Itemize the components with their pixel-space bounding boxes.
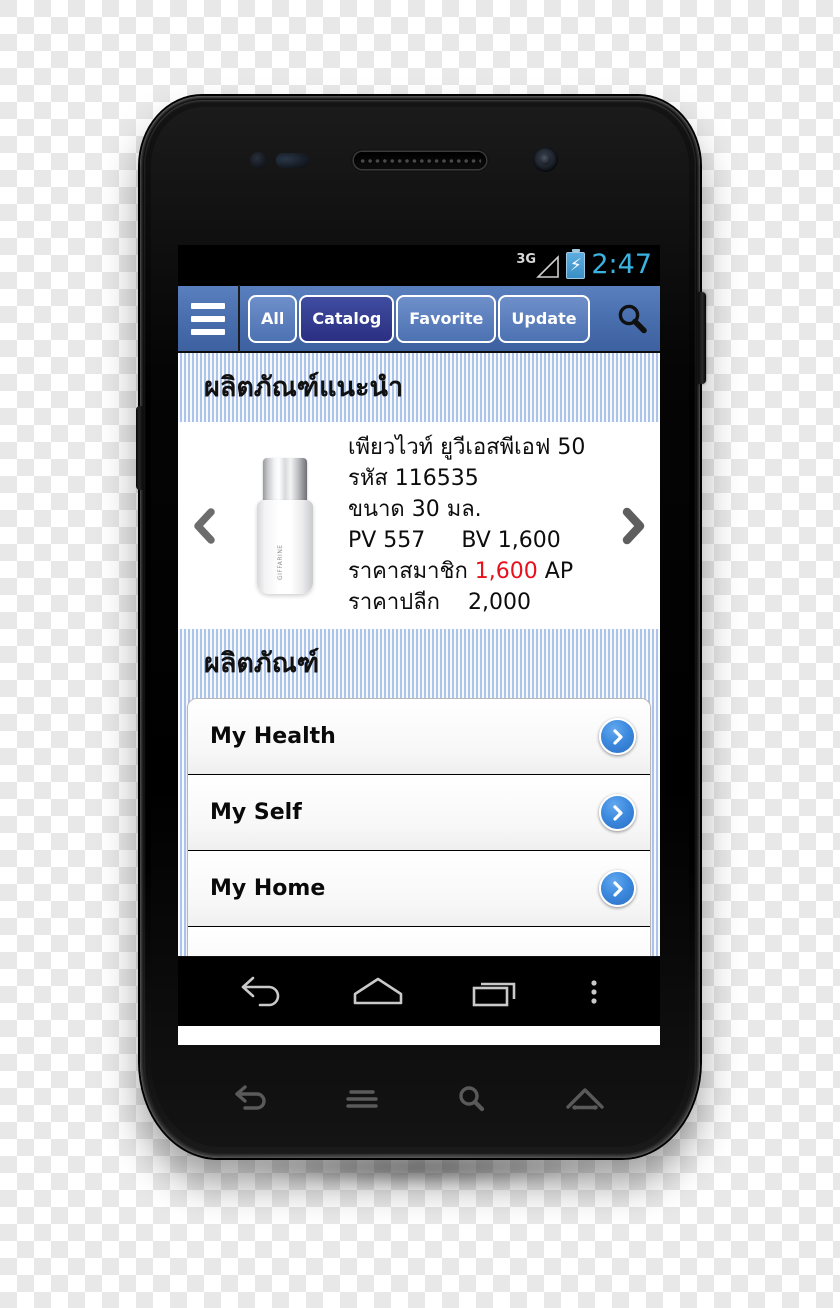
proximity-sensor	[250, 152, 267, 169]
member-price-value: 1,600	[474, 559, 538, 584]
recents-icon[interactable]	[470, 975, 522, 1009]
search-icon[interactable]	[452, 1082, 492, 1116]
category-section-header: ผลิตภัณฑ์	[178, 629, 660, 698]
network-type-label: 3G	[516, 251, 537, 267]
list-item-my-home[interactable]: My Home	[188, 851, 650, 927]
tab-strip: All Catalog Favorite Update	[240, 285, 604, 352]
tab-favorite[interactable]: Favorite	[396, 294, 497, 343]
ambient-light-sensor	[276, 153, 309, 168]
category-label: My Self	[210, 800, 302, 825]
product-bv: BV 1,600	[461, 528, 561, 553]
tab-update[interactable]: Update	[498, 294, 590, 343]
member-price-unit: AP	[544, 559, 574, 584]
hamburger-menu-icon[interactable]	[178, 285, 240, 352]
category-list: My Health My Self My Home	[187, 698, 651, 956]
hamburger-bar	[191, 315, 225, 322]
retail-price-value: 2,000	[468, 590, 531, 615]
bottle-cap	[263, 457, 307, 504]
product-pv: PV 557	[348, 528, 426, 553]
phone-screen: 3G ⚡ 2:47 All Catalog Favorite Update ผล…	[178, 245, 660, 1045]
back-icon[interactable]	[231, 1083, 271, 1115]
member-price-row: ราคาสมาชิก 1,600 AP	[348, 557, 612, 587]
product-size: ขนาด 30 มล.	[348, 497, 482, 522]
power-button[interactable]	[698, 292, 706, 384]
category-list-section: My Health My Self My Home	[178, 698, 660, 956]
list-item-my-self[interactable]: My Self	[188, 775, 650, 851]
tab-all[interactable]: All	[248, 294, 298, 343]
android-nav-bar	[178, 956, 660, 1026]
signal-bars-icon: 3G	[516, 252, 560, 280]
product-points-row: PV 557 BV 1,600	[348, 526, 612, 556]
product-name: เพียวไวท์ ยูวีเอสพีเอฟ 50	[348, 435, 586, 460]
retail-price-label: ราคาปลีก	[348, 590, 441, 615]
menu-icon[interactable]	[342, 1083, 382, 1115]
chevron-right-icon[interactable]	[612, 506, 654, 546]
list-item-my-health[interactable]: My Health	[188, 699, 650, 775]
chevron-right-circle-icon[interactable]	[599, 794, 636, 831]
chevron-left-icon[interactable]	[184, 506, 226, 546]
featured-product-carousel: GIFFARINE เพียวไวท์ ยูวีเอสพีเอฟ 50 รหัส…	[178, 422, 660, 629]
bottle-label-text: GIFFARINE	[277, 543, 284, 580]
hamburger-bar	[191, 302, 225, 309]
home-icon[interactable]	[563, 1083, 607, 1115]
category-section-title: ผลิตภัณฑ์	[204, 648, 320, 679]
battery-charging-icon: ⚡	[566, 249, 586, 279]
list-item-partial[interactable]	[188, 927, 650, 956]
retail-price-row: ราคาปลีก 2,000	[348, 588, 612, 618]
charging-bolt-icon: ⚡	[569, 255, 582, 275]
chevron-right-circle-icon[interactable]	[599, 870, 636, 907]
featured-section-title: ผลิตภัณฑ์แนะนำ	[204, 372, 404, 403]
hamburger-bar	[191, 328, 225, 335]
product-code: รหัส 116535	[348, 466, 479, 491]
capacitive-key-row	[196, 1066, 642, 1132]
overflow-menu-icon[interactable]	[586, 975, 602, 1009]
category-label: My Health	[210, 724, 336, 749]
app-toolbar: All Catalog Favorite Update	[178, 285, 660, 353]
pure-white-uv-spf50-bottle: GIFFARINE	[257, 457, 313, 594]
tab-catalog[interactable]: Catalog	[299, 294, 395, 343]
volume-button[interactable]	[136, 406, 143, 490]
front-camera	[533, 147, 558, 172]
product-image[interactable]: GIFFARINE	[226, 438, 344, 613]
back-icon[interactable]	[236, 975, 286, 1009]
search-icon[interactable]	[604, 285, 660, 352]
chevron-right-circle-icon[interactable]	[599, 718, 636, 755]
featured-section-header: ผลิตภัณฑ์แนะนำ	[178, 353, 660, 422]
product-info: เพียวไวท์ ยูวีเอสพีเอฟ 50 รหัส 116535 ขน…	[344, 433, 612, 618]
earpiece-speaker	[354, 152, 486, 169]
android-status-bar: 3G ⚡ 2:47	[178, 245, 660, 286]
category-label: My Home	[210, 876, 326, 901]
status-bar-clock: 2:47	[591, 249, 652, 280]
home-icon[interactable]	[350, 975, 406, 1009]
member-price-label: ราคาสมาชิก	[348, 559, 468, 584]
